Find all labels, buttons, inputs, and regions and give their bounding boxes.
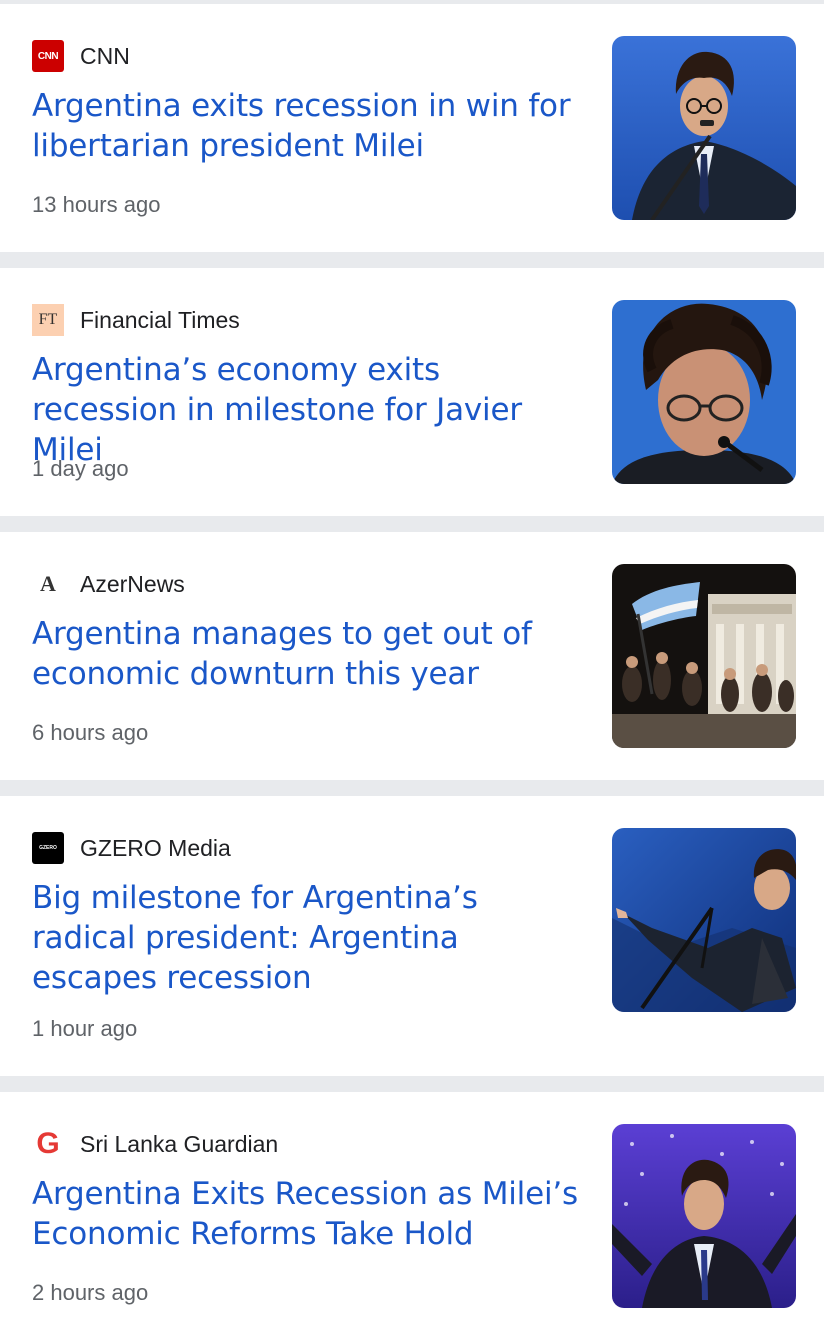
article-thumbnail[interactable] — [612, 828, 796, 1012]
source-name: Sri Lanka Guardian — [80, 1130, 279, 1157]
timestamp: 2 hours ago — [32, 1280, 149, 1305]
headline-link[interactable]: Big milestone for Argentina’s radical pr… — [32, 878, 584, 998]
source-name: GZERO Media — [80, 834, 231, 861]
sri-lanka-guardian-logo-icon: G — [32, 1128, 64, 1160]
news-card[interactable]: FT Financial Times Argentina’s economy e… — [0, 268, 824, 516]
news-card[interactable]: G Sri Lanka Guardian Argentina Exits Rec… — [0, 1092, 824, 1340]
headline-link[interactable]: Argentina Exits Recession as Milei’s Eco… — [32, 1174, 584, 1254]
timestamp: 1 hour ago — [32, 1016, 138, 1041]
news-card[interactable]: GZERO GZERO Media Big milestone for Arge… — [0, 796, 824, 1076]
headline-link[interactable]: Argentina manages to get out of economic… — [32, 614, 584, 694]
ft-logo-icon: FT — [32, 304, 64, 336]
article-thumbnail[interactable] — [612, 36, 796, 220]
source-name: CNN — [80, 42, 130, 69]
source-row: G Sri Lanka Guardian — [32, 1128, 278, 1160]
source-row: A AzerNews — [32, 568, 185, 600]
article-thumbnail[interactable] — [612, 564, 796, 748]
source-name: Financial Times — [80, 306, 240, 333]
article-thumbnail[interactable] — [612, 300, 796, 484]
source-name: AzerNews — [80, 570, 185, 597]
timestamp: 1 day ago — [32, 456, 129, 481]
news-feed: CNN CNN Argentina exits recession in win… — [0, 0, 824, 1340]
headline-link[interactable]: Argentina exits recession in win for lib… — [32, 86, 584, 166]
gzero-logo-icon: GZERO — [32, 832, 64, 864]
article-thumbnail[interactable] — [612, 1124, 796, 1308]
timestamp: 6 hours ago — [32, 720, 149, 745]
azernews-logo-icon: A — [32, 568, 64, 600]
source-row: FT Financial Times — [32, 304, 240, 336]
source-row: GZERO GZERO Media — [32, 832, 231, 864]
timestamp: 13 hours ago — [32, 192, 161, 217]
cnn-logo-icon: CNN — [32, 40, 64, 72]
news-card[interactable]: CNN CNN Argentina exits recession in win… — [0, 4, 824, 252]
news-card[interactable]: A AzerNews Argentina manages to get out … — [0, 532, 824, 780]
source-row: CNN CNN — [32, 40, 130, 72]
headline-link[interactable]: Argentina’s economy exits recession in m… — [32, 350, 584, 470]
